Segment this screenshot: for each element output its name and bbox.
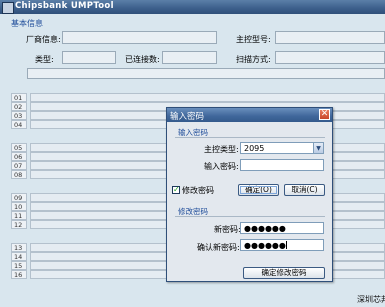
port-number: 11	[11, 211, 27, 220]
port-number: 05	[11, 143, 27, 152]
confirm-password-value: ●●●●●●	[244, 241, 286, 250]
vendor-field	[62, 31, 217, 44]
port-number: 04	[11, 120, 27, 129]
new-password-label: 新密码:	[214, 225, 241, 234]
app-icon	[2, 2, 14, 14]
title-bar: Chipsbank UMPTool	[0, 0, 385, 14]
confirm-password-input[interactable]: ●●●●●●	[240, 239, 324, 251]
status-bar	[27, 68, 385, 79]
port-number: 10	[11, 202, 27, 211]
port-number: 13	[11, 243, 27, 252]
company-footer: 深圳芯邦	[357, 295, 385, 304]
modify-password-checkbox-label[interactable]: 修改密码	[182, 185, 214, 196]
vendor-label: 厂商信息:	[26, 35, 61, 44]
dialog-title-bar[interactable]: 输入密码 ✕	[167, 108, 332, 122]
controller-type-value: 2095	[244, 144, 265, 153]
confirm-modify-password-button[interactable]: 确定修改密码	[243, 267, 325, 279]
port-number: 08	[11, 170, 27, 179]
group-divider	[175, 137, 325, 138]
type-field	[62, 51, 116, 64]
check-icon[interactable]: ✓	[172, 186, 180, 194]
connected-count-field	[162, 51, 217, 64]
port-number: 12	[11, 220, 27, 229]
port-number: 16	[11, 270, 27, 279]
port-number: 14	[11, 252, 27, 261]
port-number: 06	[11, 152, 27, 161]
port-number: 03	[11, 111, 27, 120]
password-label: 输入密码:	[204, 162, 239, 171]
controller-model-field	[275, 31, 385, 44]
new-password-input[interactable]: ●●●●●●	[240, 222, 324, 234]
group-divider	[175, 216, 325, 217]
password-input[interactable]	[240, 159, 324, 171]
controller-type-select[interactable]: 2095 ▼	[240, 142, 324, 154]
controller-model-label: 主控型号:	[236, 35, 271, 44]
type-label: 类型:	[35, 55, 54, 64]
app-title: Chipsbank UMPTool	[15, 1, 114, 11]
port-number: 01	[11, 93, 27, 102]
confirm-password-label: 确认新密码:	[197, 243, 240, 252]
chevron-down-icon[interactable]: ▼	[313, 143, 323, 153]
controller-type-label: 主控类型:	[204, 145, 239, 154]
connected-count-label: 已连接数:	[125, 55, 160, 64]
close-icon[interactable]: ✕	[319, 109, 330, 120]
cancel-button[interactable]: 取消(C)	[284, 184, 325, 196]
port-progress-bar	[30, 93, 385, 102]
dialog-title: 输入密码	[170, 112, 205, 122]
info-section-title: 基本信息	[11, 19, 43, 28]
port-number: 09	[11, 193, 27, 202]
port-number: 15	[11, 261, 27, 270]
text-caret	[285, 241, 287, 249]
port-number: 02	[11, 102, 27, 111]
scan-mode-field	[275, 51, 385, 64]
port-number: 07	[11, 161, 27, 170]
scan-mode-label: 扫描方式:	[236, 55, 271, 64]
ok-button[interactable]: 确定(O)	[238, 184, 279, 196]
password-dialog: 输入密码 ✕ 输入密码 主控类型: 2095 ▼ 输入密码: ✓ 修改密码 确定…	[166, 107, 333, 282]
